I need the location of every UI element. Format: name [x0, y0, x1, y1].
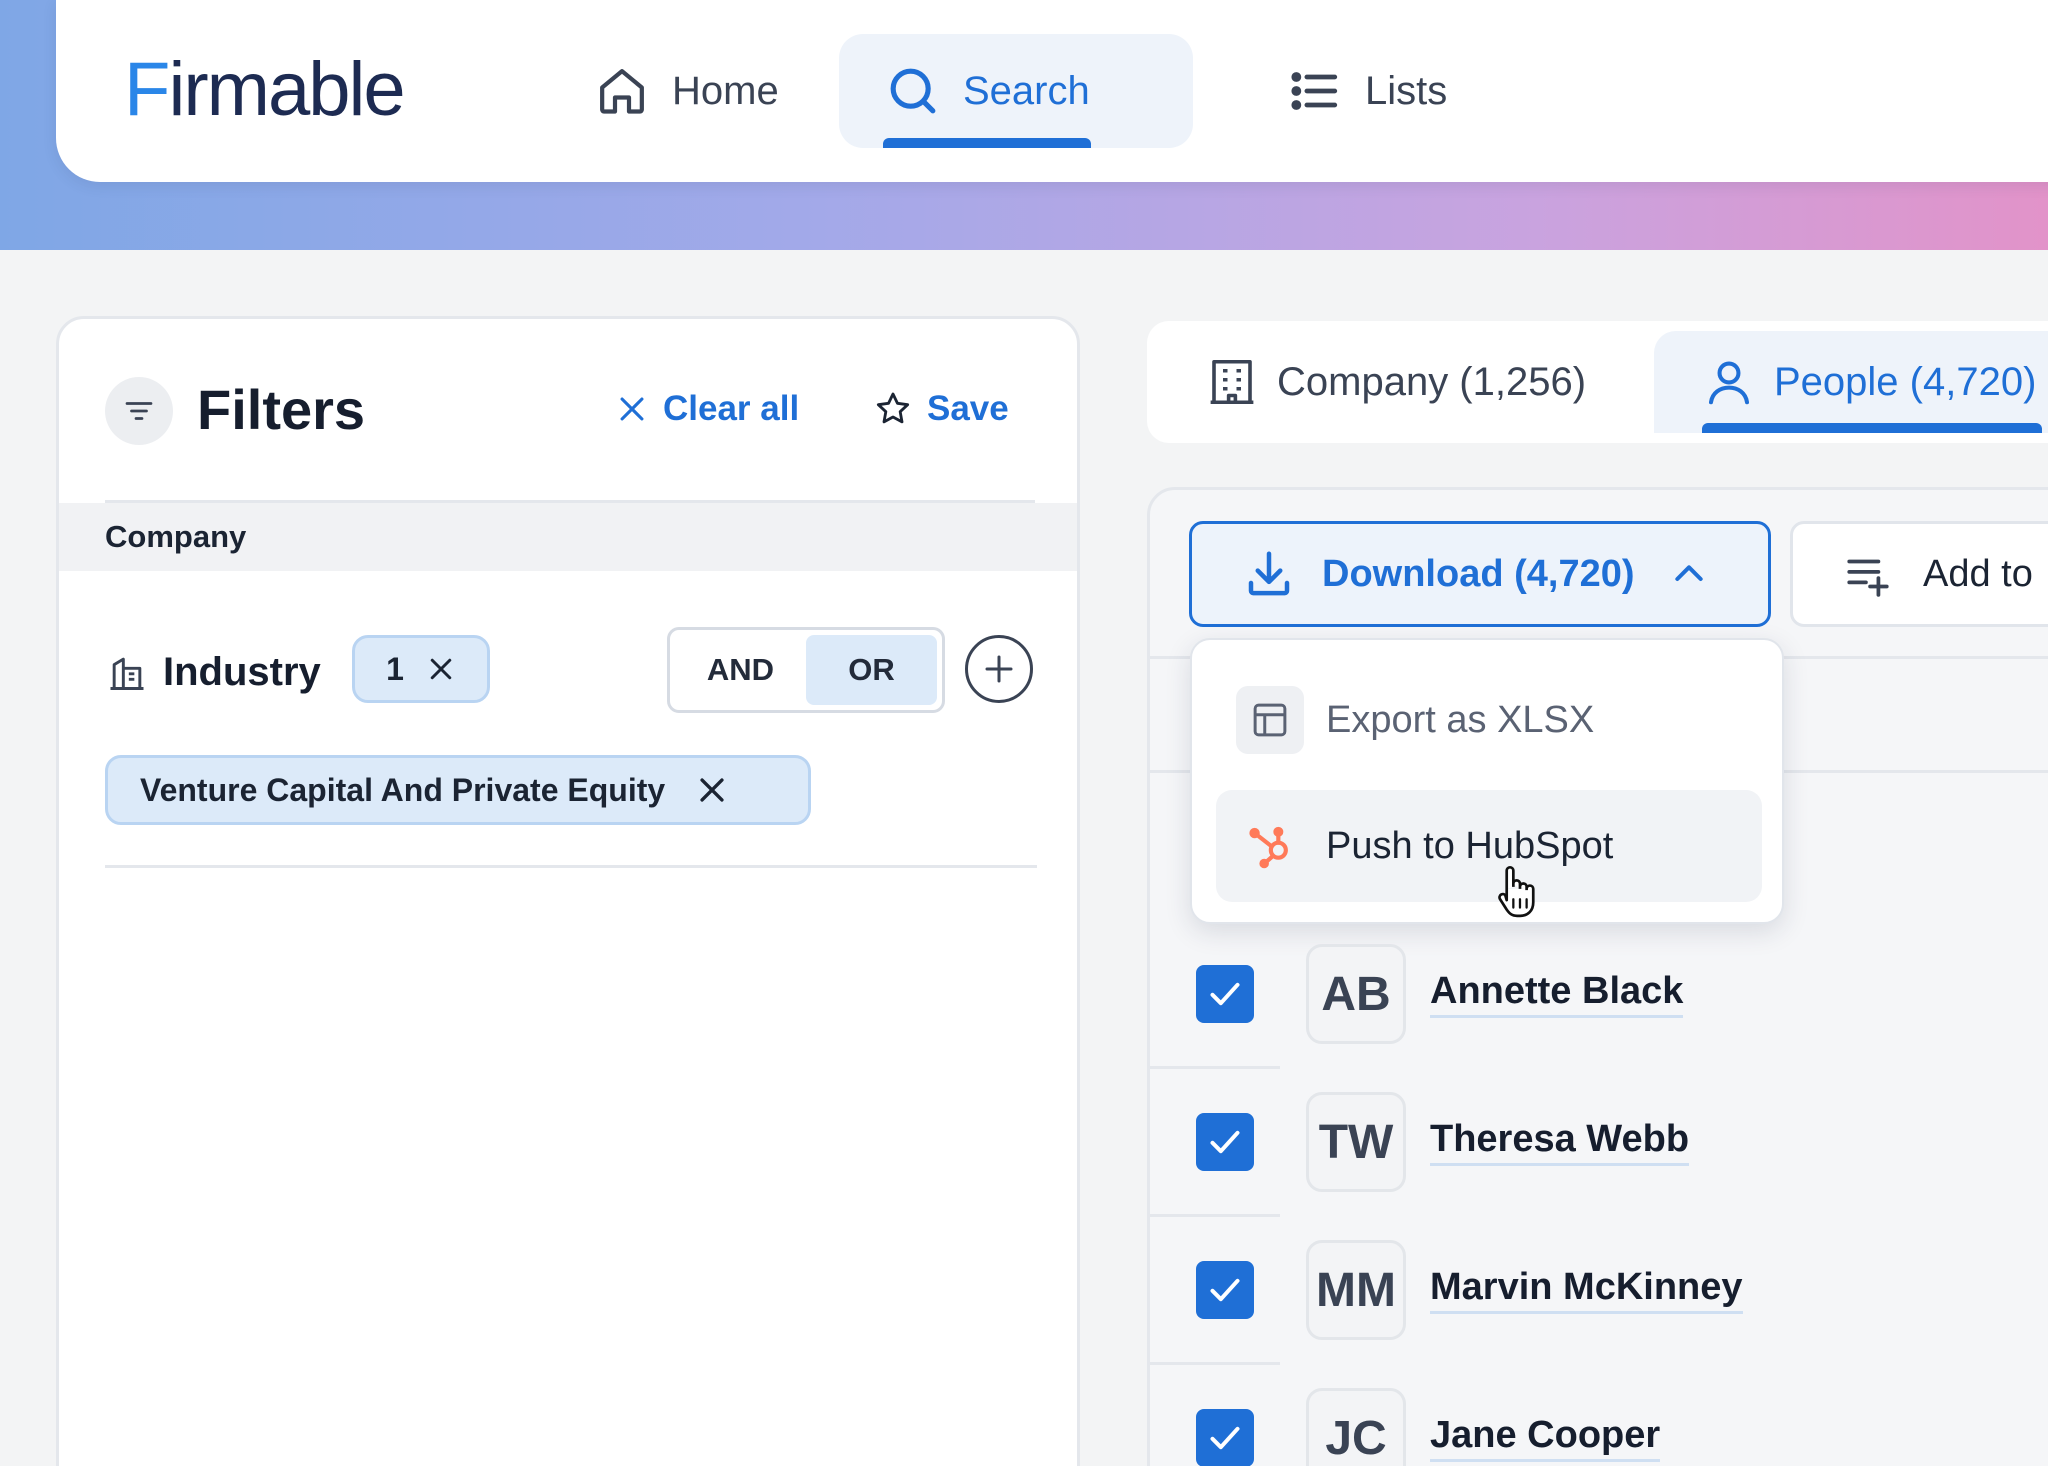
push-hubspot-label: Push to HubSpot — [1326, 824, 1614, 867]
download-dropdown-menu: Export as XLSX Push to HubSpot — [1190, 638, 1784, 924]
list-item[interactable]: MM Marvin McKinney — [1196, 1240, 1743, 1340]
close-icon — [620, 397, 644, 421]
and-or-toggle: AND OR — [667, 627, 945, 713]
or-option[interactable]: OR — [806, 635, 937, 705]
home-icon — [600, 69, 644, 114]
row-checkbox[interactable] — [1196, 1261, 1254, 1319]
filter-icon — [105, 377, 173, 445]
user-icon — [1708, 361, 1750, 405]
nav-home-label: Home — [672, 68, 779, 113]
industry-label: Industry — [163, 649, 321, 694]
office-building-icon — [1210, 359, 1254, 405]
person-name-link[interactable]: Theresa Webb — [1430, 1118, 1690, 1166]
top-navbar: Firmable Home Search Lists — [56, 0, 2048, 182]
list-item[interactable]: JC Jane Cooper — [1196, 1388, 1661, 1466]
list-add-icon — [1847, 559, 1889, 597]
check-icon — [1210, 1426, 1240, 1450]
tab-company[interactable]: Company (1,256) — [1205, 321, 1586, 443]
search-icon — [890, 68, 936, 114]
check-icon — [1210, 1130, 1240, 1154]
row-checkbox[interactable] — [1196, 1113, 1254, 1171]
results-tabs: Company (1,256) People (4,720) — [1147, 321, 2048, 443]
chevron-up-icon — [1674, 565, 1703, 581]
close-icon[interactable] — [695, 773, 729, 807]
person-name-link[interactable]: Marvin McKinney — [1430, 1266, 1743, 1314]
nav-search[interactable]: Search — [839, 34, 1193, 148]
row-checkbox[interactable] — [1196, 965, 1254, 1023]
close-icon[interactable] — [426, 654, 456, 684]
industry-filter-label: Industry — [105, 637, 321, 707]
tab-company-label: Company (1,256) — [1277, 359, 1587, 404]
filters-panel: Filters Clear all Save Company Industry … — [56, 316, 1080, 1466]
filters-title: Filters — [197, 378, 366, 441]
industry-value-chip[interactable]: Venture Capital And Private Equity — [105, 755, 811, 825]
add-filter-button[interactable] — [965, 635, 1033, 703]
person-name-link[interactable]: Annette Black — [1430, 970, 1684, 1018]
nav-home[interactable]: Home — [548, 34, 825, 148]
tab-people[interactable]: People (4,720) — [1654, 331, 2048, 433]
avatar: TW — [1306, 1092, 1406, 1192]
download-button[interactable]: Download (4,720) — [1189, 521, 1771, 627]
person-name-link[interactable]: Jane Cooper — [1430, 1414, 1661, 1462]
section-header-company: Company — [59, 503, 1077, 571]
avatar: AB — [1306, 944, 1406, 1044]
divider — [1150, 1066, 1280, 1069]
list-item[interactable]: AB Annette Black — [1196, 944, 1684, 1044]
building-icon — [110, 657, 144, 690]
hubspot-icon — [1236, 812, 1304, 880]
divider — [1150, 1214, 1280, 1217]
download-icon — [1248, 551, 1290, 596]
tab-people-label: People (4,720) — [1774, 359, 2037, 404]
star-icon — [876, 392, 910, 424]
avatar: MM — [1306, 1240, 1406, 1340]
nav-lists-label: Lists — [1365, 68, 1448, 113]
list-icon — [1291, 72, 1338, 110]
industry-count-chip[interactable]: 1 — [352, 635, 490, 703]
avatar: JC — [1306, 1388, 1406, 1466]
active-tab-indicator — [883, 138, 1091, 148]
divider — [105, 865, 1037, 868]
check-icon — [1210, 982, 1240, 1006]
nav-lists[interactable]: Lists — [1241, 34, 1493, 148]
menu-item-push-hubspot[interactable]: Push to HubSpot — [1216, 790, 1762, 902]
export-xlsx-label: Export as XLSX — [1326, 698, 1595, 741]
clear-all-label: Clear all — [663, 389, 800, 428]
add-to-label: Add to — [1923, 552, 2033, 595]
save-label: Save — [927, 389, 1009, 428]
row-checkbox[interactable] — [1196, 1409, 1254, 1466]
divider — [1150, 1362, 1280, 1365]
download-label: Download (4,720) — [1322, 552, 1635, 595]
nav-search-label: Search — [963, 68, 1090, 113]
industry-count: 1 — [386, 650, 404, 687]
check-icon — [1210, 1278, 1240, 1302]
hand-pointer-icon — [1498, 866, 1535, 918]
spreadsheet-icon — [1236, 686, 1304, 754]
list-item[interactable]: TW Theresa Webb — [1196, 1092, 1690, 1192]
clear-all-button[interactable]: Clear all — [615, 389, 799, 429]
and-option[interactable]: AND — [675, 635, 806, 705]
plus-icon — [985, 655, 1013, 683]
industry-value: Venture Capital And Private Equity — [140, 771, 666, 808]
menu-item-export-xlsx[interactable]: Export as XLSX — [1216, 664, 1762, 776]
active-tab-indicator — [1702, 423, 2042, 433]
add-to-list-button[interactable]: Add to — [1790, 521, 2048, 627]
save-filters-button[interactable]: Save — [873, 389, 1009, 429]
firmable-logo[interactable]: Firmable — [124, 46, 406, 133]
